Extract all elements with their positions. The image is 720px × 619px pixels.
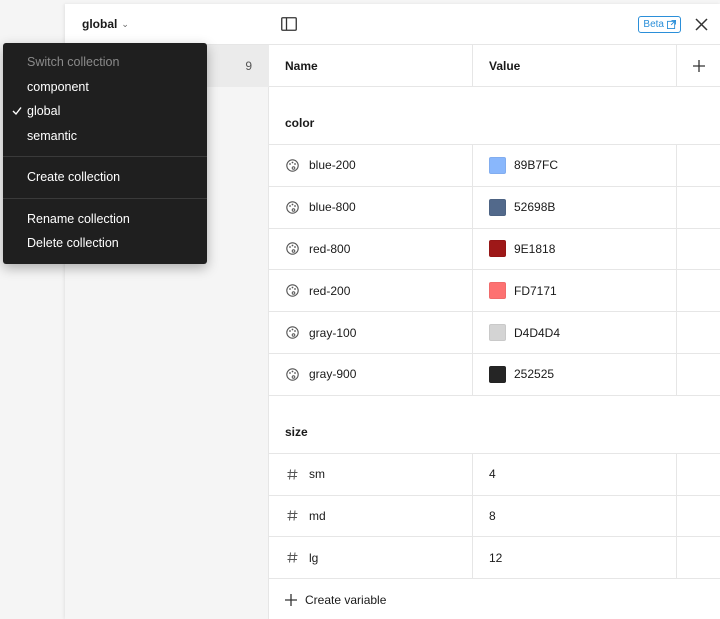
variable-value-cell[interactable]: 9E1818 — [473, 228, 677, 270]
menu-item-component[interactable]: component — [3, 75, 207, 100]
create-variable-label: Create variable — [305, 593, 387, 608]
variable-name: blue-800 — [309, 200, 356, 215]
variable-count: 9 — [245, 59, 252, 73]
menu-item-delete-collection[interactable]: Delete collection — [3, 231, 207, 256]
table-row[interactable]: sm 4 — [269, 453, 720, 496]
chevron-down-icon: ⌄ — [121, 18, 129, 29]
table-row[interactable]: lg 12 — [269, 537, 720, 580]
close-icon[interactable] — [695, 17, 708, 31]
external-link-icon — [667, 19, 676, 29]
menu-item-rename-collection[interactable]: Rename collection — [3, 207, 207, 232]
variable-name: gray-100 — [309, 325, 357, 340]
variable-value-cell[interactable]: D4D4D4 — [473, 312, 677, 353]
color-swatch — [489, 198, 506, 216]
group-header-color: color — [269, 87, 720, 145]
variable-value: 12 — [489, 550, 503, 565]
color-swatch — [489, 156, 506, 174]
beta-label: Beta — [643, 18, 664, 30]
palette-icon — [285, 242, 299, 256]
sidebar-toggle-icon[interactable] — [281, 17, 297, 31]
variable-value-cell[interactable]: 4 — [473, 453, 677, 495]
variable-name: blue-200 — [309, 158, 356, 173]
hash-icon — [285, 467, 299, 481]
table-row[interactable]: blue-800 52698B — [269, 186, 720, 229]
collection-switcher[interactable]: global ⌄ — [65, 4, 269, 45]
variable-value: 252525 — [514, 367, 555, 382]
table-row[interactable]: blue-200 89B7FC — [269, 145, 720, 187]
column-header-value: Value — [473, 45, 677, 86]
variable-value-cell[interactable]: 52698B — [473, 186, 677, 228]
beta-badge[interactable]: Beta — [638, 15, 681, 33]
variable-value-cell[interactable]: 252525 — [473, 353, 677, 395]
variable-name: gray-900 — [309, 367, 357, 382]
variable-value: 4 — [489, 467, 496, 482]
table-toolbar: Beta — [269, 4, 720, 45]
group-header-size: size — [269, 396, 720, 454]
plus-icon — [285, 594, 297, 607]
variable-value-cell[interactable]: 89B7FC — [473, 145, 677, 186]
palette-icon — [285, 200, 299, 214]
dropdown-header: Switch collection — [27, 55, 120, 70]
variable-name: md — [309, 508, 326, 523]
variables-table-pane: Beta Name Value color blue-200 89B7FC bl… — [269, 4, 720, 619]
menu-divider — [3, 156, 207, 157]
variable-value-cell[interactable]: FD7171 — [473, 270, 677, 312]
color-swatch — [489, 324, 506, 342]
create-variable-button[interactable]: Create variable — [269, 579, 720, 619]
palette-icon — [285, 158, 299, 172]
collection-name: global — [82, 17, 118, 31]
table-row[interactable]: red-200 FD7171 — [269, 270, 720, 313]
color-swatch — [489, 240, 506, 258]
plus-icon — [692, 59, 705, 72]
variable-name: sm — [309, 467, 325, 482]
palette-icon — [285, 284, 299, 298]
menu-item-semantic[interactable]: semantic — [3, 124, 207, 149]
table-row[interactable]: gray-100 D4D4D4 — [269, 312, 720, 354]
column-header-name: Name — [269, 45, 473, 86]
palette-icon — [285, 326, 299, 340]
color-swatch — [489, 365, 506, 383]
variable-value-cell[interactable]: 12 — [473, 537, 677, 579]
add-mode-button[interactable] — [677, 45, 720, 86]
menu-item-label: Delete collection — [27, 236, 119, 251]
variable-value: D4D4D4 — [514, 325, 561, 340]
variable-value: 89B7FC — [514, 158, 559, 173]
variable-value: 9E1818 — [514, 241, 556, 256]
table-row[interactable]: gray-900 252525 — [269, 353, 720, 396]
menu-item-label: Create collection — [27, 170, 121, 185]
menu-item-global[interactable]: global — [3, 99, 207, 124]
table-row[interactable]: md 8 — [269, 495, 720, 538]
variable-name: red-800 — [309, 241, 351, 256]
menu-item-create-collection[interactable]: Create collection — [3, 165, 207, 190]
hash-icon — [285, 509, 299, 523]
variable-value: 52698B — [514, 200, 556, 215]
palette-icon — [285, 367, 299, 381]
variable-name: lg — [309, 550, 319, 565]
variable-value-cell[interactable]: 8 — [473, 495, 677, 537]
variable-name: red-200 — [309, 283, 351, 298]
check-icon — [12, 107, 22, 116]
collection-dropdown-menu: Switch collection component global seman… — [3, 43, 207, 264]
menu-item-label: global — [27, 104, 61, 119]
menu-item-label: semantic — [27, 128, 78, 143]
variable-value: FD7171 — [514, 283, 557, 298]
menu-item-label: Rename collection — [27, 211, 130, 226]
hash-icon — [285, 551, 299, 565]
menu-item-label: component — [27, 79, 89, 94]
table-row[interactable]: red-800 9E1818 — [269, 228, 720, 271]
color-swatch — [489, 282, 506, 300]
table-header: Name Value — [269, 45, 720, 87]
variable-value: 8 — [489, 508, 496, 523]
menu-divider — [3, 197, 207, 199]
